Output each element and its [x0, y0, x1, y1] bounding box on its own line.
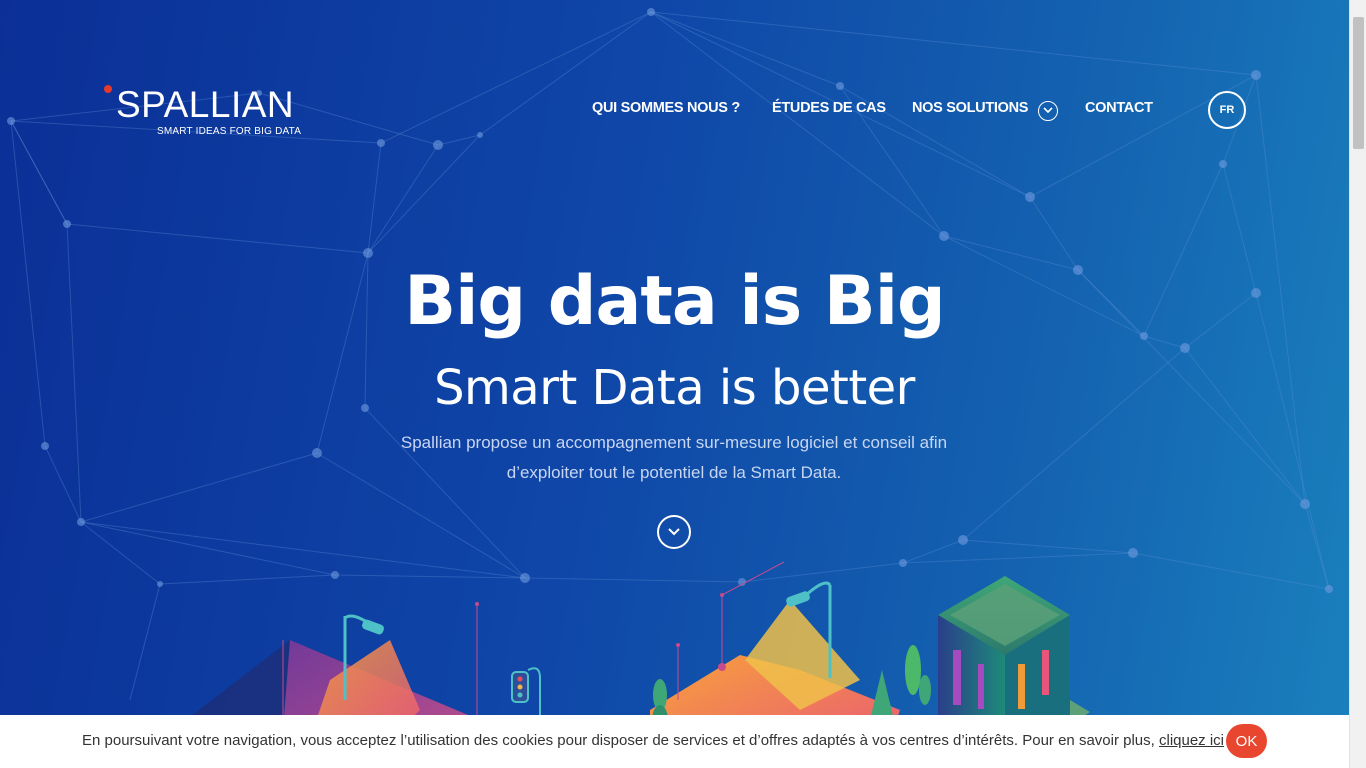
hero-description-line-2: d’exploiter tout le potentiel de la Smar… — [506, 463, 842, 482]
nav-contact[interactable]: CONTACT — [1085, 100, 1153, 116]
scrollbar[interactable] — [1349, 0, 1366, 768]
logo-tagline: SMART IDEAS FOR BIG DATA — [157, 126, 302, 137]
cookie-link[interactable]: cliquez ici — [1159, 732, 1224, 749]
cookie-ok-button[interactable]: OK — [1226, 724, 1267, 758]
cookie-text: En poursuivant votre navigation, vous ac… — [82, 732, 1224, 749]
logo[interactable]: SPALLIAN SMART IDEAS FOR BIG DATA — [103, 84, 313, 144]
hero-subtitle: Smart Data is better — [434, 360, 915, 416]
hero-description: Spallian propose un accompagnement sur-m… — [374, 428, 974, 488]
chevron-down-icon — [668, 528, 680, 536]
nav-qui-sommes-nous[interactable]: QUI SOMMES NOUS ? — [592, 100, 740, 116]
hero-description-line-1: Spallian propose un accompagnement sur-m… — [400, 433, 948, 452]
nav-etudes-de-cas[interactable]: ÉTUDES DE CAS — [772, 100, 886, 116]
cookie-message: En poursuivant votre navigation, vous ac… — [82, 732, 1159, 749]
scroll-down-button[interactable] — [657, 515, 691, 549]
scrollbar-thumb[interactable] — [1353, 17, 1364, 149]
language-button[interactable]: FR — [1208, 91, 1246, 129]
nav-nos-solutions[interactable]: NOS SOLUTIONS — [912, 100, 1028, 116]
hero-title: Big data is Big — [404, 262, 945, 341]
chevron-down-icon[interactable] — [1038, 101, 1058, 121]
logo-dot — [104, 85, 112, 93]
cookie-banner: En poursuivant votre navigation, vous ac… — [0, 715, 1349, 768]
logo-text: SPALLIAN — [116, 84, 295, 125]
